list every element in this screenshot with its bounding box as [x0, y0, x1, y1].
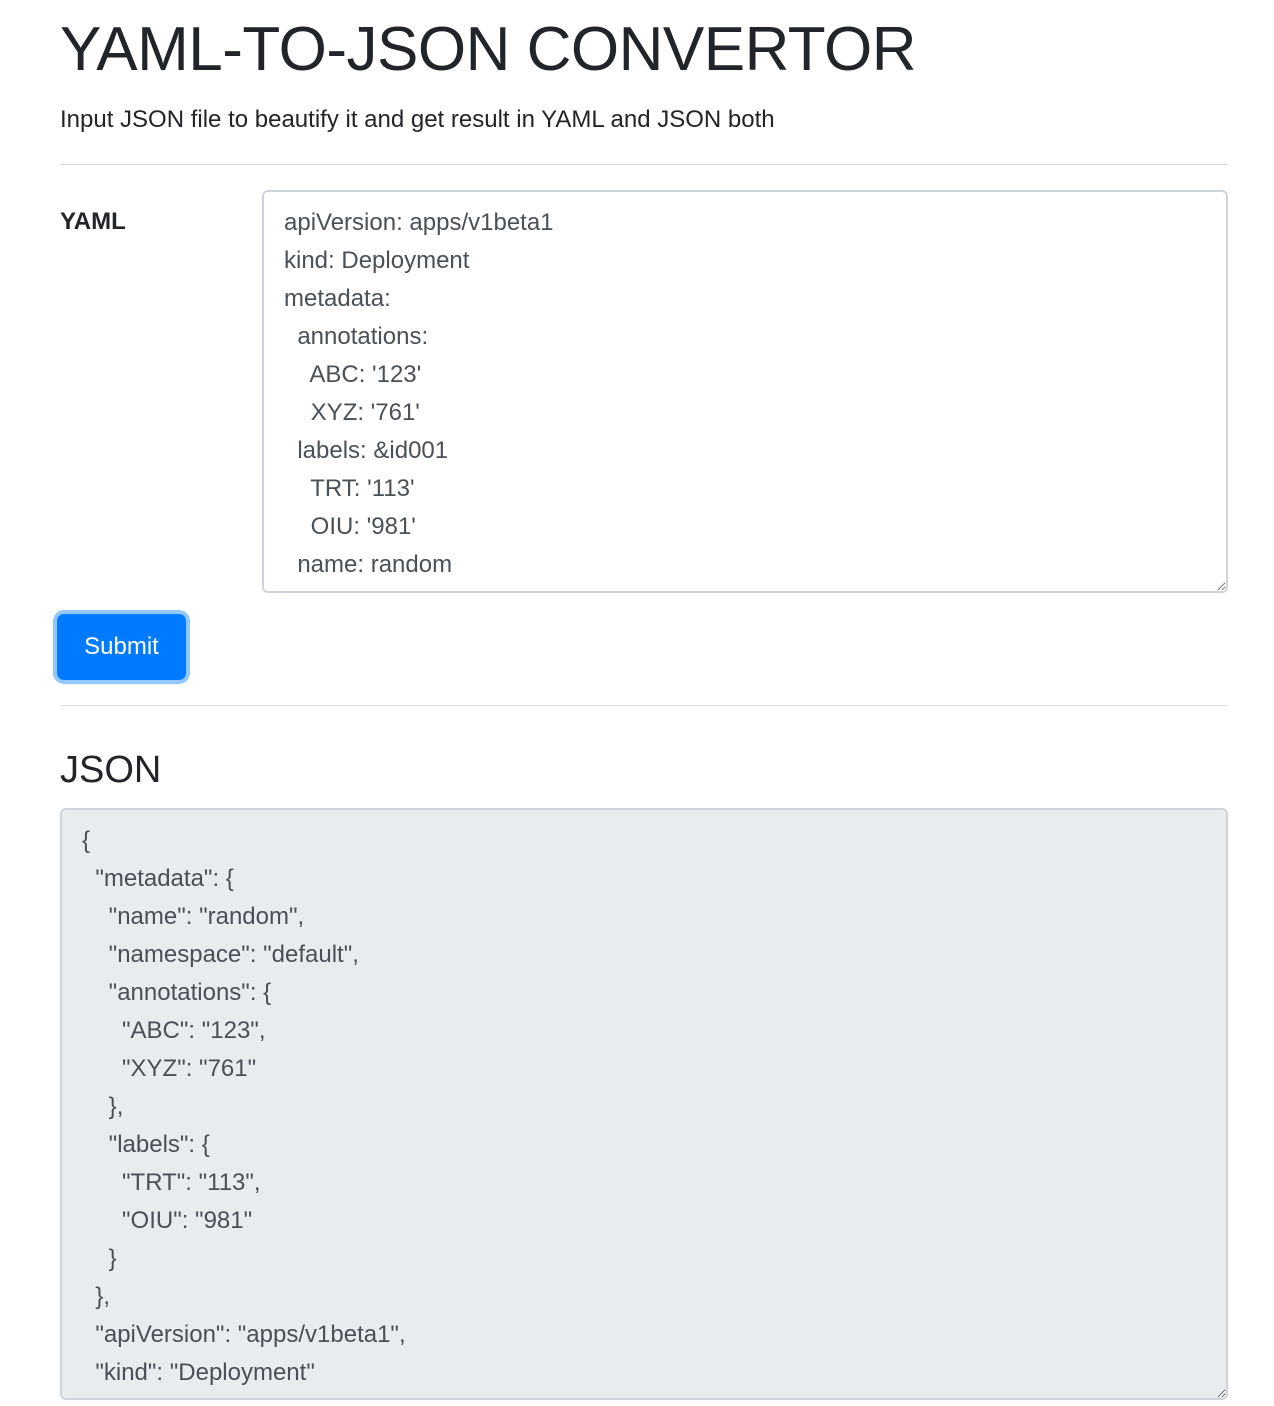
submit-button[interactable]: Submit — [57, 614, 186, 680]
yaml-form-row: YAML — [60, 190, 1228, 594]
json-output[interactable] — [60, 808, 1228, 1400]
page-subtitle: Input JSON file to beautify it and get r… — [60, 106, 775, 133]
submit-wrap: Submit — [57, 614, 1228, 684]
yaml-form: YAML Submit — [57, 190, 1228, 684]
json-section-title: JSON — [60, 749, 162, 791]
form-divider — [60, 705, 1228, 706]
header-divider — [60, 164, 1228, 165]
main-container: YAML-TO-JSON CONVERTOR Input JSON file t… — [57, 0, 1228, 1400]
yaml-input[interactable] — [262, 190, 1228, 593]
yaml-label: YAML — [60, 208, 126, 235]
page-title: YAML-TO-JSON CONVERTOR — [60, 15, 916, 84]
